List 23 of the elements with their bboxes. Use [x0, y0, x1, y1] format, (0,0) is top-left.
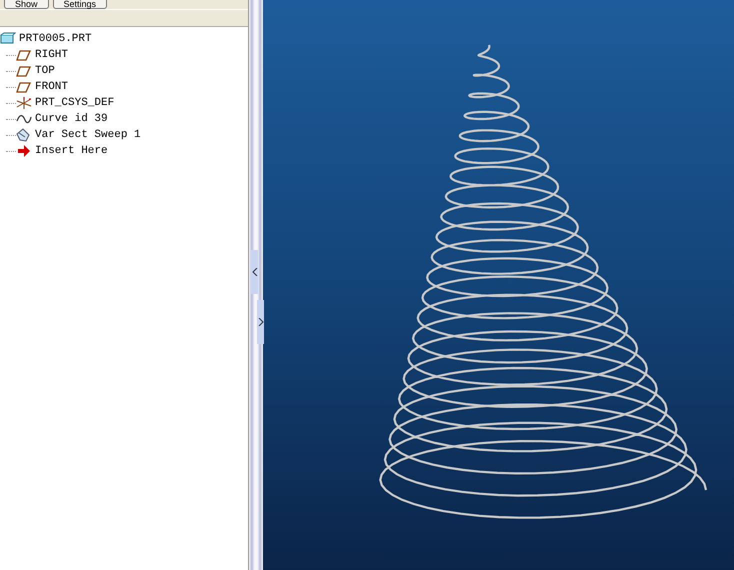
tree-item[interactable]: PRT_CSYS_DEF — [32, 97, 114, 109]
datum-plane-icon — [16, 80, 32, 94]
datum-plane-icon — [16, 48, 32, 62]
tree-item[interactable]: TOP — [32, 65, 55, 77]
tree-item[interactable]: Insert Here — [32, 145, 108, 157]
toolbar-button[interactable]: Settings — [52, 0, 108, 9]
datum-plane-icon — [16, 64, 32, 78]
sweep-icon — [16, 128, 32, 142]
chevron-right-icon — [258, 318, 264, 326]
tree-item[interactable]: Var Sect Sweep 1 — [32, 129, 141, 141]
tree-item[interactable]: RIGHT — [32, 49, 68, 61]
tree-item[interactable]: PRT0005.PRT — [16, 33, 92, 45]
tree-item[interactable]: Curve id 39 — [32, 113, 108, 125]
collapse-left-button[interactable] — [251, 250, 258, 294]
toolbar-button[interactable]: Show — [4, 0, 49, 9]
3d-viewport[interactable] — [263, 0, 734, 570]
chevron-left-icon — [252, 268, 258, 276]
part-icon — [0, 32, 16, 46]
curve-icon — [16, 112, 32, 126]
csys-icon — [16, 96, 32, 110]
expand-right-button[interactable] — [257, 300, 264, 344]
insert-icon — [16, 144, 32, 158]
tree-item[interactable]: FRONT — [32, 81, 68, 93]
